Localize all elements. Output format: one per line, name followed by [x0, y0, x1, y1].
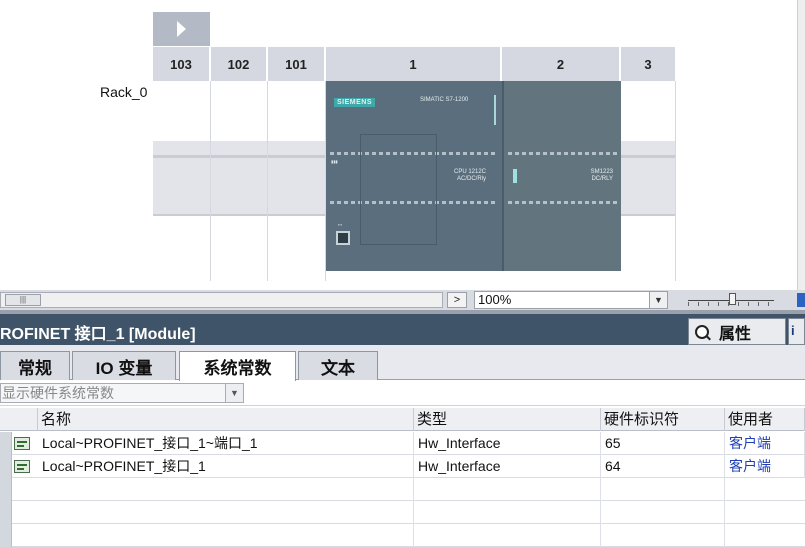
properties-tab[interactable]: 属性: [688, 318, 786, 345]
device-view-toolbar: ||| > 100% ▼: [0, 290, 805, 310]
magnifier-icon: [695, 324, 709, 339]
sm-model-label: SM1223 DC/RLY: [591, 169, 613, 183]
slot-header-3[interactable]: 3: [621, 47, 676, 81]
cell-type[interactable]: Hw_Interface: [414, 432, 601, 455]
cell-name[interactable]: Local~PROFINET_接口_1: [38, 455, 414, 478]
rail: [621, 141, 675, 216]
cell-empty[interactable]: [601, 478, 725, 501]
rail: [211, 141, 267, 216]
tab-general[interactable]: 常规: [0, 351, 70, 380]
row-handle[interactable]: [0, 478, 12, 501]
row-handle[interactable]: [0, 455, 12, 478]
vertical-scrollbar[interactable]: [797, 0, 805, 290]
expand-rack-button[interactable]: [153, 12, 210, 46]
inspector-tabs: 常规 IO 变量 系统常数 文本: [0, 345, 805, 381]
scroll-right-button[interactable]: >: [447, 292, 467, 308]
cell-name[interactable]: Local~PROFINET_接口_1~端口_1: [38, 432, 414, 455]
filter-row: 显示硬件系统常数 ▼: [0, 381, 805, 406]
status-led: [513, 169, 517, 183]
ethernet-port-icon[interactable]: [336, 231, 350, 245]
table-row[interactable]: Local~PROFINET_接口_1~端口_1 Hw_Interface 65…: [0, 432, 805, 455]
slot-102[interactable]: [211, 81, 268, 281]
table-row[interactable]: Local~PROFINET_接口_1 Hw_Interface 64 客户端: [0, 455, 805, 478]
cpu-module[interactable]: SIEMENS SIMATIC S7-1200 ▮▮▮ ▪▪▪ CPU 1212…: [326, 81, 502, 271]
siemens-logo: SIEMENS: [334, 98, 376, 107]
overview-icon[interactable]: [797, 293, 805, 307]
tab-texts[interactable]: 文本: [298, 351, 378, 380]
hw-interface-icon: [14, 460, 30, 473]
device-view[interactable]: 103 102 101 1 2 3 Rack_0 SIEMENS SIMATIC…: [0, 0, 805, 290]
system-constants-table: 名称 类型 硬件标识符 使用者 Local~PROFINET_接口_1~端口_1…: [0, 408, 805, 547]
horizontal-scrollbar[interactable]: |||: [0, 292, 443, 308]
column-header-hw-id[interactable]: 硬件标识符: [601, 408, 725, 431]
cell-type[interactable]: Hw_Interface: [414, 455, 601, 478]
cell-user[interactable]: 客户端: [725, 455, 805, 478]
table-row-empty[interactable]: [0, 478, 805, 501]
properties-tab-label: 属性: [719, 325, 752, 343]
cpu-model-line1: CPU 1212C: [454, 169, 487, 175]
scroll-thumb[interactable]: |||: [5, 294, 41, 306]
table-header: 名称 类型 硬件标识符 使用者: [0, 408, 805, 431]
row-handle[interactable]: [0, 432, 12, 455]
cell-empty[interactable]: [601, 524, 725, 547]
chevron-right-icon: [177, 21, 186, 37]
terminal-row: [508, 201, 617, 204]
port-label: ▪▪▪: [338, 222, 343, 227]
row-handle[interactable]: [0, 501, 12, 524]
status-leds: ▮▮▮: [331, 159, 338, 164]
inspector-title: ROFINET 接口_1 [Module]: [0, 326, 196, 343]
cell-user[interactable]: 客户端: [725, 432, 805, 455]
column-header-icon: [0, 408, 38, 431]
rack-label: Rack_0: [100, 84, 148, 100]
tab-system-constants[interactable]: 系统常数: [179, 351, 296, 381]
row-handle[interactable]: [0, 524, 12, 547]
sm-module[interactable]: SM1223 DC/RLY: [502, 81, 621, 271]
cell-empty[interactable]: [414, 524, 601, 547]
cell-hw-id[interactable]: 64: [601, 455, 725, 478]
cpu-cover: [360, 134, 437, 245]
slot-3[interactable]: [621, 81, 676, 281]
tab-io-tags[interactable]: IO 变量: [72, 351, 176, 380]
sm-model-line2: DC/RLY: [591, 176, 613, 182]
filter-select[interactable]: 显示硬件系统常数 ▼: [0, 383, 244, 403]
column-header-user[interactable]: 使用者: [725, 408, 805, 431]
slot-101[interactable]: [268, 81, 326, 281]
cell-empty[interactable]: [414, 501, 601, 524]
zoom-value: 100%: [478, 292, 512, 307]
slot-header-1[interactable]: 1: [326, 47, 501, 81]
inspector-title-bar: ROFINET 接口_1 [Module] 属性 i: [0, 314, 805, 345]
slot-103[interactable]: [153, 81, 211, 281]
column-header-name[interactable]: 名称: [38, 408, 414, 431]
filter-select-value: 显示硬件系统常数: [2, 385, 114, 401]
cpu-model-label: CPU 1212C AC/DC/Rly: [454, 169, 486, 183]
zoom-slider-thumb[interactable]: [729, 293, 736, 305]
rail: [153, 141, 210, 216]
chevron-down-icon[interactable]: ▼: [649, 292, 667, 308]
cell-empty[interactable]: [414, 478, 601, 501]
chevron-down-icon[interactable]: ▼: [225, 384, 243, 402]
slot-header-102[interactable]: 102: [211, 47, 267, 81]
cell-hw-id[interactable]: 65: [601, 432, 725, 455]
cell-empty[interactable]: [601, 501, 725, 524]
zoom-select[interactable]: 100% ▼: [474, 291, 668, 309]
slot-header-2[interactable]: 2: [502, 47, 620, 81]
table-row-empty[interactable]: [0, 501, 805, 524]
slot-header-101[interactable]: 101: [268, 47, 325, 81]
slot-header-103[interactable]: 103: [153, 47, 210, 81]
cpu-model-line2: AC/DC/Rly: [457, 176, 487, 182]
cell-empty[interactable]: [38, 524, 414, 547]
sm-model-line1: SM1223: [590, 169, 613, 175]
rail: [268, 141, 325, 216]
column-header-type[interactable]: 类型: [414, 408, 601, 431]
status-led: [494, 95, 496, 125]
cell-empty[interactable]: [38, 501, 414, 524]
hw-interface-icon: [14, 437, 30, 450]
terminal-row: [508, 152, 617, 155]
cpu-series-label: SIMATIC S7-1200: [420, 97, 469, 103]
table-row-empty[interactable]: [0, 524, 805, 547]
info-tab[interactable]: i: [788, 318, 805, 345]
cell-empty[interactable]: [38, 478, 414, 501]
